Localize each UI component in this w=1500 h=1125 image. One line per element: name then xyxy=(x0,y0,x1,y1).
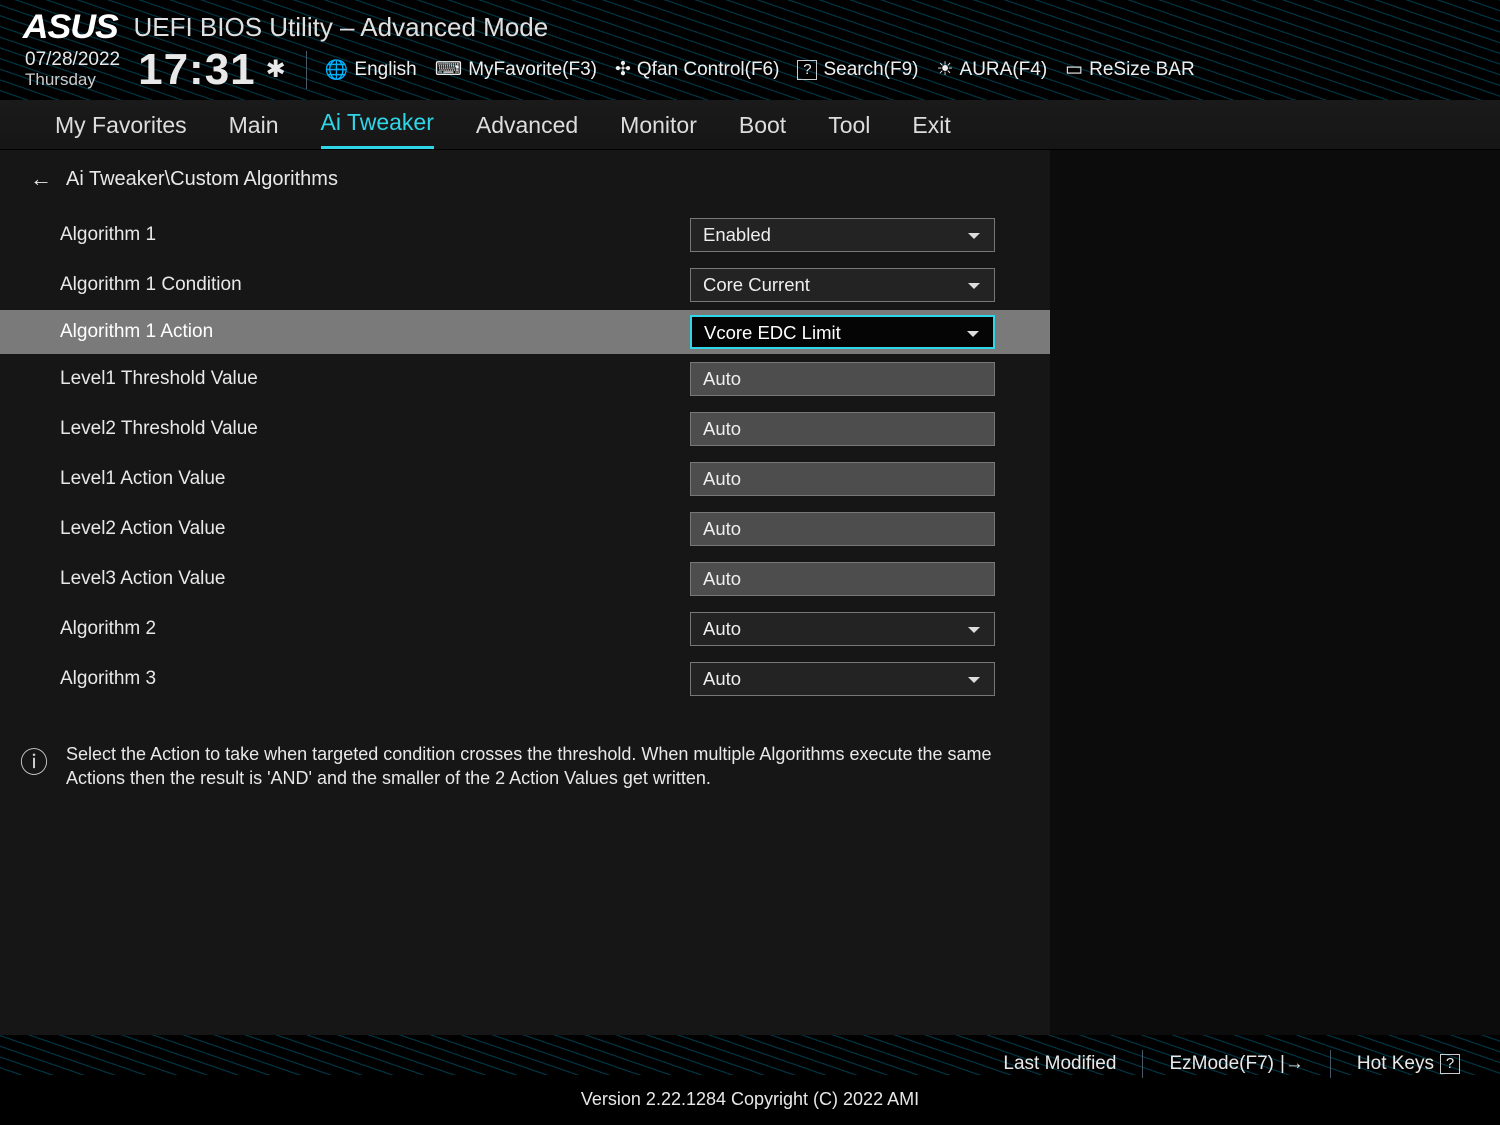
side-panel xyxy=(1050,150,1500,1035)
question-icon: ? xyxy=(797,60,817,80)
question-icon: ? xyxy=(1440,1054,1460,1074)
setting-row: Level1 Threshold ValueAuto xyxy=(0,354,1050,404)
setting-label: Level2 Threshold Value xyxy=(60,418,690,440)
resizebar-button[interactable]: ▭ ReSize BAR xyxy=(1065,58,1195,81)
text-field[interactable]: Auto xyxy=(690,362,995,396)
setting-label: Algorithm 1 Action xyxy=(60,321,690,343)
text-field[interactable]: Auto xyxy=(690,512,995,546)
fan-icon: ✣ xyxy=(615,58,631,81)
date: 07/28/2022 xyxy=(25,50,120,71)
tab-exit[interactable]: Exit xyxy=(912,112,950,149)
aura-button[interactable]: ☀ AURA(F4) xyxy=(936,58,1047,81)
datetime-block: 07/28/2022 Thursday xyxy=(25,50,120,90)
title-bar: ASUS UEFI BIOS Utility – Advanced Mode xyxy=(0,0,1500,45)
setting-label: Algorithm 1 xyxy=(60,224,690,246)
tab-boot[interactable]: Boot xyxy=(739,112,786,149)
dropdown-field[interactable]: Auto xyxy=(690,662,995,696)
last-modified-button[interactable]: Last Modified xyxy=(1003,1053,1116,1075)
setting-row: Level2 Threshold ValueAuto xyxy=(0,404,1050,454)
dropdown-field[interactable]: Auto xyxy=(690,612,995,646)
brand-logo: ASUS xyxy=(23,8,118,47)
setting-row: Level1 Action ValueAuto xyxy=(0,454,1050,504)
settings-list: Algorithm 1EnabledAlgorithm 1 ConditionC… xyxy=(0,210,1050,704)
tab-monitor[interactable]: Monitor xyxy=(620,112,697,149)
tab-my-favorites[interactable]: My Favorites xyxy=(55,112,187,149)
setting-row: Level2 Action ValueAuto xyxy=(0,504,1050,554)
qfan-label: Qfan Control(F6) xyxy=(637,59,780,81)
back-arrow-icon[interactable]: ← xyxy=(30,166,52,192)
tab-ai-tweaker[interactable]: Ai Tweaker xyxy=(321,109,434,149)
search-button[interactable]: ? Search(F9) xyxy=(797,59,918,81)
help-panel: ⓘ Select the Action to take when targete… xyxy=(0,724,1050,809)
dropdown-field[interactable]: Core Current xyxy=(690,268,995,302)
myfavorite-button[interactable]: ⌨ MyFavorite(F3) xyxy=(435,58,597,81)
settings-icon[interactable]: ✱ xyxy=(266,55,286,84)
text-field[interactable]: Auto xyxy=(690,412,995,446)
setting-label: Level1 Threshold Value xyxy=(60,368,690,390)
footer: Last Modified EzMode(F7) |→ Hot Keys ? V… xyxy=(0,1035,1500,1125)
exit-icon: |→ xyxy=(1280,1053,1304,1075)
aura-icon: ☀ xyxy=(936,58,953,81)
search-label: Search(F9) xyxy=(823,59,918,81)
setting-row: Algorithm 1 ActionVcore EDC Limit xyxy=(0,310,1050,354)
globe-icon: 🌐 xyxy=(325,58,349,82)
copyright-text: Version 2.22.1284 Copyright (C) 2022 AMI xyxy=(0,1083,1500,1120)
tab-tool[interactable]: Tool xyxy=(828,112,870,149)
keyboard-icon: ⌨ xyxy=(435,58,462,81)
setting-row: Level3 Action ValueAuto xyxy=(0,554,1050,604)
tab-advanced[interactable]: Advanced xyxy=(476,112,578,149)
setting-row: Algorithm 1Enabled xyxy=(0,210,1050,260)
setting-label: Algorithm 3 xyxy=(60,668,690,690)
hotkeys-button[interactable]: Hot Keys ? xyxy=(1357,1053,1460,1075)
help-text: Select the Action to take when targeted … xyxy=(66,742,1020,791)
clock: 17:31 xyxy=(138,45,256,95)
setting-row: Algorithm 2Auto xyxy=(0,604,1050,654)
dropdown-field[interactable]: Enabled xyxy=(690,218,995,252)
hotkeys-label: Hot Keys xyxy=(1357,1053,1434,1075)
setting-row: Algorithm 1 ConditionCore Current xyxy=(0,260,1050,310)
tab-main[interactable]: Main xyxy=(229,112,279,149)
text-field[interactable]: Auto xyxy=(690,562,995,596)
setting-label: Algorithm 2 xyxy=(60,618,690,640)
ezmode-label: EzMode(F7) xyxy=(1169,1053,1274,1075)
aura-label: AURA(F4) xyxy=(960,59,1048,81)
dropdown-field[interactable]: Vcore EDC Limit xyxy=(690,315,995,349)
text-field[interactable]: Auto xyxy=(690,462,995,496)
setting-label: Level3 Action Value xyxy=(60,568,690,590)
myfavorite-label: MyFavorite(F3) xyxy=(468,59,597,81)
setting-label: Level2 Action Value xyxy=(60,518,690,540)
info-bar: 07/28/2022 Thursday 17:31 ✱ 🌐 English ⌨ … xyxy=(0,45,1500,100)
info-icon: ⓘ xyxy=(20,744,48,782)
last-modified-label: Last Modified xyxy=(1003,1053,1116,1075)
main-tabs: My Favorites Main Ai Tweaker Advanced Monito… xyxy=(0,100,1500,150)
page-title: UEFI BIOS Utility – Advanced Mode xyxy=(133,12,548,43)
setting-row: Algorithm 3Auto xyxy=(0,654,1050,704)
setting-label: Level1 Action Value xyxy=(60,468,690,490)
language-label: English xyxy=(354,59,416,81)
resizebar-label: ReSize BAR xyxy=(1089,59,1195,81)
breadcrumb: Ai Tweaker\Custom Algorithms xyxy=(66,168,338,191)
setting-label: Algorithm 1 Condition xyxy=(60,274,690,296)
weekday: Thursday xyxy=(25,71,120,90)
ezmode-button[interactable]: EzMode(F7) |→ xyxy=(1169,1053,1303,1075)
resizebar-icon: ▭ xyxy=(1065,58,1083,81)
language-selector[interactable]: 🌐 English xyxy=(325,58,417,82)
qfan-button[interactable]: ✣ Qfan Control(F6) xyxy=(615,58,779,81)
